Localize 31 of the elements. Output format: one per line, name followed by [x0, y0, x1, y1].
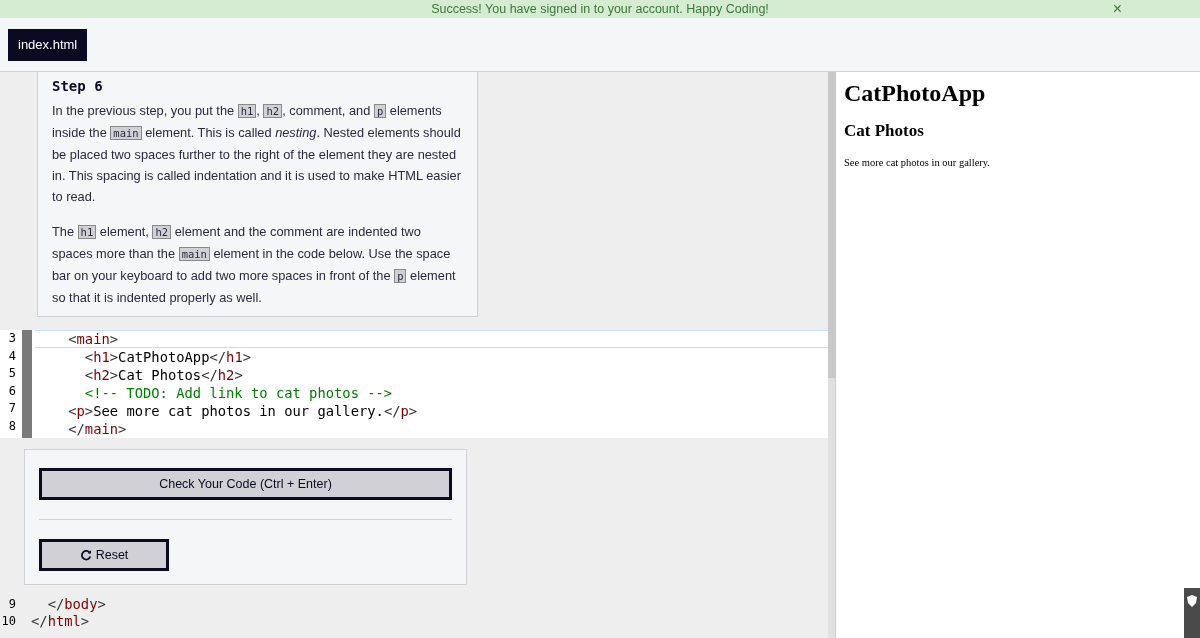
code-line: <!-- TODO: Add link to cat photos -->	[83, 384, 394, 402]
line-number: 4	[7, 347, 16, 365]
code-line: <main>	[35, 330, 828, 348]
close-button[interactable]: ×	[1108, 0, 1126, 18]
line-number: 10	[0, 614, 16, 629]
line-number: 8	[7, 417, 16, 435]
instruction-paragraph: The h1 element, h2 element and the comment are indented two spaces more than the main element in the code below. Use the space bar on your keyboard to add two more spaces in front of the p element so that it is indented properly as well.	[52, 223, 457, 307]
preview-paragraph: See more cat photos in our gallery.	[844, 157, 991, 168]
preview-subheading: Cat Photos	[844, 121, 925, 141]
line-number: 3	[7, 330, 16, 347]
line-number: 9	[7, 596, 16, 611]
code-line: <p>See more cat photos in our gallery.</p>	[67, 402, 419, 420]
code-line: </html>	[31, 612, 91, 631]
reset-button[interactable]: Reset	[39, 539, 169, 571]
step-title: Step 6	[52, 78, 104, 94]
line-number: 6	[7, 382, 16, 400]
code-line: <h1>CatPhotoApp</h1>	[83, 348, 253, 366]
line-number: 5	[7, 365, 16, 383]
code-line: </main>	[67, 420, 128, 438]
reload-icon	[79, 549, 92, 561]
code-line: </body>	[46, 594, 107, 613]
success-message: Success! You have signed in to your account. Happy Coding!	[431, 2, 769, 16]
shield-icon	[1186, 594, 1198, 608]
preview-heading: CatPhotoApp	[844, 80, 987, 107]
check-code-button[interactable]: Check Your Code (Ctrl + Enter)	[39, 468, 452, 500]
line-number: 7	[7, 400, 16, 418]
side-widget[interactable]	[1184, 588, 1200, 638]
code-line: <h2>Cat Photos</h2>	[83, 366, 244, 384]
instruction-paragraph: In the previous step, you put the h1 , h2 , comment, and p elements inside the main element. This is called nesting. Nested elements should be placed two spaces further to the right of the element they are nested in. This spacing is called indentation and it is used to make HTML easier to read.	[52, 102, 462, 206]
scrollbar-thumb[interactable]	[828, 72, 835, 378]
file-tab[interactable]: index.html	[8, 28, 88, 61]
